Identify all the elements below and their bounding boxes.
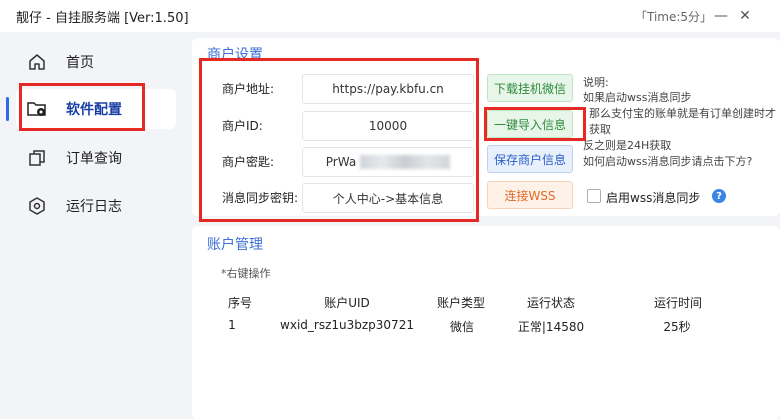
cell-uid: wxid_rsz1u3bzp30721: [280, 318, 414, 332]
home-icon: [26, 51, 48, 73]
merchant-address-value: https://pay.kbfu.cn: [332, 82, 444, 96]
sidebar-item-home[interactable]: 首页: [16, 42, 176, 82]
note-line: 获取: [589, 123, 611, 136]
folder-gear-icon: [26, 98, 48, 120]
sidebar-item-label: 首页: [66, 55, 94, 71]
help-icon[interactable]: ?: [712, 189, 726, 203]
save-merchant-button[interactable]: 保存商户信息: [487, 145, 573, 173]
column-header-uid: 账户UID: [324, 296, 370, 310]
enable-wss-checkbox[interactable]: [587, 189, 601, 203]
cell-index: 1: [228, 318, 236, 332]
note-line: 如何启动wss消息同步请点击下方?: [583, 155, 753, 168]
note-line: 那么支付宝的账单就是有订单创建时才: [589, 107, 776, 120]
time-label: 「Time:5分」: [635, 10, 713, 24]
merchant-key-label: 商户密匙:: [222, 155, 275, 169]
column-header-runtime: 运行时间: [653, 296, 702, 310]
note-line: 说明:: [583, 76, 609, 89]
sync-key-value: 个人中心->基本信息: [332, 191, 444, 206]
right-click-hint: *右键操作: [221, 267, 271, 280]
connect-wss-button[interactable]: 连接WSS: [487, 181, 573, 209]
enable-wss-label: 启用wss消息同步: [606, 191, 701, 205]
column-header-status: 运行状态: [526, 296, 575, 310]
sidebar-item-label: 订单查询: [66, 151, 122, 167]
merchant-address-label: 商户地址:: [222, 82, 275, 96]
merchant-key-value: PrWa: [325, 155, 357, 169]
note-line: 如果启动wss消息同步: [583, 91, 692, 104]
sidebar-item-order-query[interactable]: 订单查询: [16, 138, 176, 178]
redacted-blur: [360, 155, 451, 169]
note-line: 反之则是24H获取: [583, 139, 672, 152]
close-icon: ✕: [739, 8, 751, 24]
sidebar-item-label: 运行日志: [66, 199, 122, 215]
merchant-settings-title: 商户设置: [207, 47, 263, 63]
sidebar-item-software-config[interactable]: 软件配置: [16, 89, 176, 129]
merchant-address-input[interactable]: https://pay.kbfu.cn: [302, 74, 474, 104]
sidebar-item-label: 软件配置: [66, 102, 122, 118]
cell-status: 正常|14580: [517, 320, 585, 334]
copy-icon: [26, 147, 48, 169]
sync-key-label: 消息同步密钥:: [222, 191, 299, 205]
close-button[interactable]: ✕: [730, 0, 760, 32]
sync-key-input[interactable]: 个人中心->基本信息: [302, 183, 474, 213]
active-indicator: [6, 97, 9, 121]
cell-runtime: 25秒: [663, 320, 691, 334]
cell-type: 微信: [449, 320, 474, 334]
download-wechat-button[interactable]: 下载挂机微信: [487, 74, 573, 102]
merchant-id-input[interactable]: 10000: [302, 111, 474, 141]
account-management-title: 账户管理: [207, 237, 263, 253]
sidebar-item-run-log[interactable]: 运行日志: [16, 186, 176, 226]
hexagon-gear-icon: [26, 195, 48, 217]
window-title: 靓仔 - 自挂服务端 [Ver:1.50]: [16, 11, 189, 26]
minimize-icon: —: [714, 8, 728, 24]
column-header-type: 账户类型: [436, 296, 485, 310]
merchant-id-value: 10000: [368, 119, 408, 133]
import-info-button[interactable]: 一键导入信息: [487, 110, 573, 138]
title-bar: 靓仔 - 自挂服务端 [Ver:1.50] 「Time:5分」 — ✕: [0, 0, 780, 32]
merchant-id-label: 商户ID:: [222, 119, 263, 133]
column-header-index: 序号: [227, 296, 252, 310]
merchant-key-input[interactable]: PrWa: [302, 147, 474, 177]
